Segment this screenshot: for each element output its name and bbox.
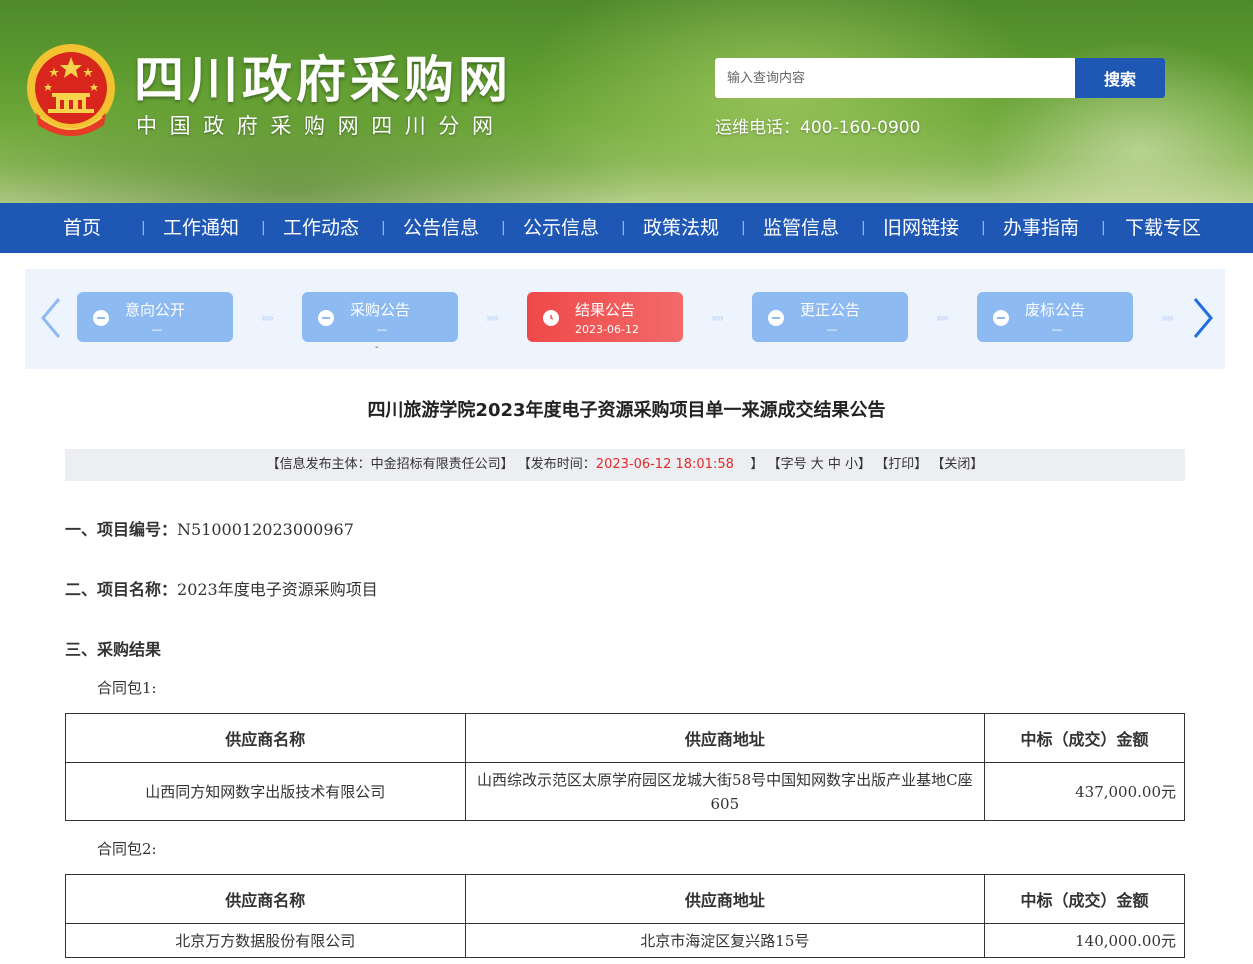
search-input[interactable] <box>715 58 1075 98</box>
column-header: 供应商地址 <box>464 713 986 763</box>
nav-separator: | <box>981 220 986 236</box>
award-amount-cell: 140,000.00元 <box>984 923 1185 958</box>
clock-icon <box>543 310 559 326</box>
step-date: — <box>376 323 388 336</box>
contract-package-label: 合同包1: <box>97 679 157 697</box>
nav-separator: | <box>861 220 866 236</box>
step-label: 废标公告 <box>1025 301 1086 319</box>
step-label: 采购公告 <box>350 301 411 319</box>
step-procurement-notice[interactable]: 采购公告 — <box>302 292 458 342</box>
nav-item-downloads[interactable]: 下载专区 <box>1125 203 1201 253</box>
search-button[interactable]: 搜索 <box>1075 58 1165 98</box>
step-date: 2023-06-12 <box>575 323 639 336</box>
minus-circle-icon <box>993 310 1009 326</box>
column-header: 中标（成交）金额 <box>984 713 1185 763</box>
nav-separator: | <box>381 220 386 236</box>
font-size-close: 】 <box>858 457 872 472</box>
double-chevron-right-icon: ›››› <box>711 311 724 325</box>
minus-circle-icon <box>768 310 784 326</box>
publish-time-close: 】 <box>750 457 764 472</box>
font-size-small-link[interactable]: 小 <box>845 457 858 472</box>
nav-separator: | <box>501 220 506 236</box>
nav-item-work-notice[interactable]: 工作通知 <box>163 203 239 253</box>
section-label: 一、项目编号： <box>65 520 178 539</box>
nav-separator: | <box>621 220 626 236</box>
header-banner: 四川政府采购网 中国政府采购网四川分网 搜索 运维电话：400-160-0900 <box>0 0 1253 203</box>
step-date: — <box>1051 323 1063 336</box>
step-label: 更正公告 <box>800 301 861 319</box>
double-chevron-right-icon: ›››› <box>936 311 949 325</box>
nav-item-home[interactable]: 首页 <box>63 203 101 253</box>
project-name-value: 2023年度电子资源采购项目 <box>177 580 378 599</box>
column-header: 中标（成交）金额 <box>984 874 1185 924</box>
table-header-row: 供应商名称 供应商地址 中标（成交）金额 <box>65 874 1185 924</box>
column-header: 供应商地址 <box>464 874 986 924</box>
table-row: 北京万方数据股份有限公司 北京市海淀区复兴路15号 140,000.00元 <box>65 923 1185 958</box>
project-number-value: N5100012023000967 <box>177 520 354 539</box>
nav-separator: | <box>1101 220 1106 236</box>
step-date: — <box>151 323 163 336</box>
step-date: — <box>826 323 838 336</box>
result-table-1: 供应商名称 供应商地址 中标（成交）金额 山西同方知网数字出版技术有限公司 山西… <box>65 713 1185 821</box>
section-procurement-result: 三、采购结果 <box>65 640 162 659</box>
nav-item-guide[interactable]: 办事指南 <box>1003 203 1079 253</box>
contract-package-label: 合同包2: <box>97 840 157 858</box>
supplier-name-cell: 北京万方数据股份有限公司 <box>65 923 466 958</box>
publish-time-value: 2023-06-12 18:01:58 <box>595 457 734 472</box>
procurement-progress: 意向公开 — ›››› 采购公告 — ›››› 结果公告 2023-06-12 … <box>25 269 1225 369</box>
step-label: 意向公开 <box>125 301 186 319</box>
nav-item-supervision[interactable]: 监管信息 <box>763 203 839 253</box>
chevron-left-icon[interactable] <box>37 295 67 341</box>
font-size-large-link[interactable]: 大 <box>811 457 824 472</box>
main-nav: 首页 | 工作通知 | 工作动态 | 公告信息 | 公示信息 | 政策法规 | … <box>0 203 1253 253</box>
print-link[interactable]: 【打印】 <box>875 457 927 472</box>
nav-separator: | <box>261 220 266 236</box>
step-result-notice[interactable]: 结果公告 2023-06-12 <box>527 292 683 342</box>
article-meta-bar: 【信息发布主体：中金招标有限责任公司】 【发布时间：2023-06-12 18:… <box>65 449 1185 481</box>
supplier-address-cell: 山西综改示范区太原学府园区龙城大街58号中国知网数字出版产业基地C座605 <box>464 762 986 821</box>
hotline-text: 运维电话：400-160-0900 <box>715 118 921 138</box>
minus-circle-icon <box>318 310 334 326</box>
section-project-number: 一、项目编号：N5100012023000967 <box>65 516 354 540</box>
close-link[interactable]: 【关闭】 <box>931 457 983 472</box>
nav-item-policies[interactable]: 政策法规 <box>643 203 719 253</box>
step-cancellation-notice[interactable]: 废标公告 — <box>977 292 1133 342</box>
step-label: 结果公告 <box>575 301 636 319</box>
font-size-medium-link[interactable]: 中 <box>828 457 841 472</box>
chevron-right-icon[interactable] <box>1187 295 1217 341</box>
supplier-address-cell: 北京市海淀区复兴路15号 <box>464 923 986 958</box>
section-project-name: 二、项目名称：2023年度电子资源采购项目 <box>65 576 378 600</box>
minus-circle-icon <box>93 310 109 326</box>
nav-item-announcements[interactable]: 公告信息 <box>403 203 479 253</box>
publisher-text: 【信息发布主体：中金招标有限责任公司】 <box>266 457 514 472</box>
section-label: 二、项目名称： <box>65 580 178 599</box>
national-emblem-icon <box>27 44 115 136</box>
double-chevron-right-icon: ›››› <box>1161 311 1174 325</box>
nav-item-work-news[interactable]: 工作动态 <box>283 203 359 253</box>
column-header: 供应商名称 <box>65 713 466 763</box>
site-subtitle: 中国政府采购网四川分网 <box>136 114 506 138</box>
double-chevron-right-icon: ›››› <box>261 311 274 325</box>
publish-time-label: 【发布时间： <box>517 457 596 472</box>
nav-separator: | <box>741 220 746 236</box>
font-size-label: 【字号 <box>767 457 807 472</box>
table-row: 山西同方知网数字出版技术有限公司 山西综改示范区太原学府园区龙城大街58号中国知… <box>65 762 1185 821</box>
award-amount-cell: 437,000.00元 <box>984 762 1185 821</box>
nav-item-public-notices[interactable]: 公示信息 <box>523 203 599 253</box>
article-title: 四川旅游学院2023年度电子资源采购项目单一来源成交结果公告 <box>367 400 886 421</box>
step-under-mark: - <box>375 342 379 353</box>
result-table-2: 供应商名称 供应商地址 中标（成交）金额 北京万方数据股份有限公司 北京市海淀区… <box>65 874 1185 958</box>
nav-separator: | <box>141 220 146 236</box>
double-chevron-right-icon: ›››› <box>486 311 499 325</box>
step-correction-notice[interactable]: 更正公告 — <box>752 292 908 342</box>
nav-item-old-links[interactable]: 旧网链接 <box>883 203 959 253</box>
table-header-row: 供应商名称 供应商地址 中标（成交）金额 <box>65 713 1185 763</box>
step-intent-disclosure[interactable]: 意向公开 — <box>77 292 233 342</box>
site-title: 四川政府采购网 <box>134 50 512 109</box>
column-header: 供应商名称 <box>65 874 466 924</box>
supplier-name-cell: 山西同方知网数字出版技术有限公司 <box>65 762 466 821</box>
